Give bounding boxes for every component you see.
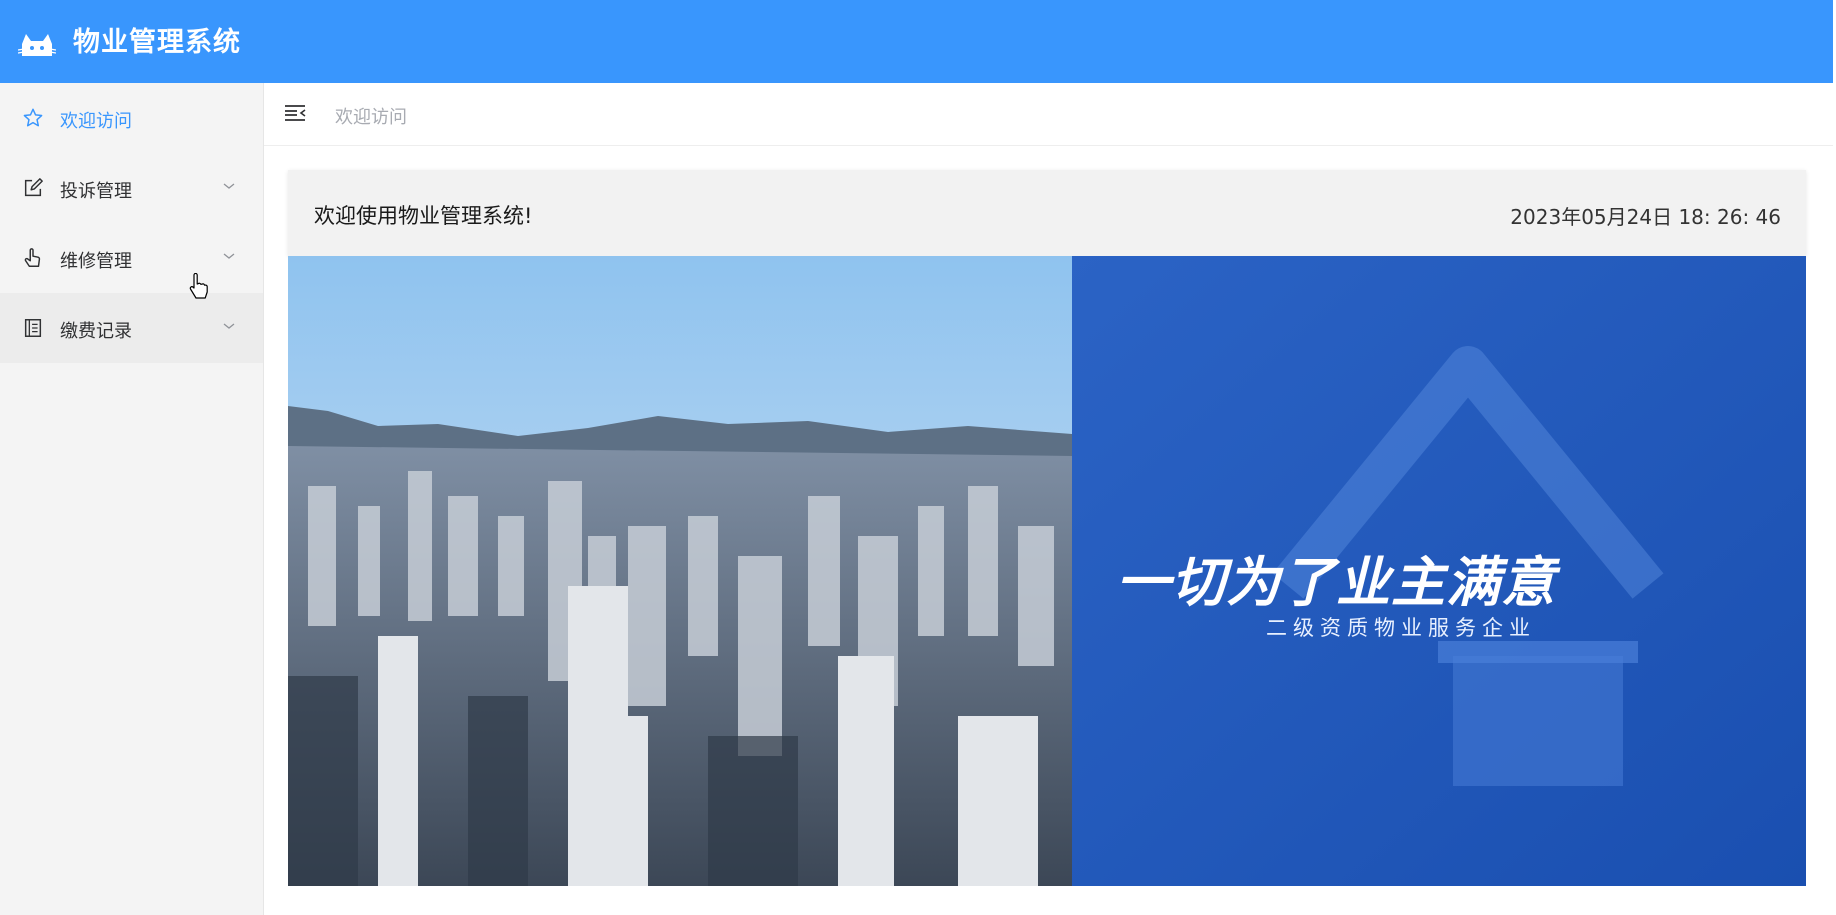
sidebar-item-label: 欢迎访问 xyxy=(60,111,132,132)
sidebar-item-label: 缴费记录 xyxy=(60,321,132,342)
sidebar-item-label: 维修管理 xyxy=(60,251,132,272)
topbar: 欢迎访问 xyxy=(264,83,1833,146)
datetime-display: 2023年05月24日 18: 26: 46 xyxy=(1510,205,1781,229)
banner-subtitle: 二级资质物业服务企业 xyxy=(1266,616,1536,640)
app-title: 物业管理系统 xyxy=(73,27,241,58)
app-header: 物业管理系统 xyxy=(0,0,1833,83)
sidebar-item-repairs[interactable]: 维修管理 xyxy=(0,223,263,293)
banner-image: 一切为了业主满意 二级资质物业服务企业 xyxy=(288,256,1806,886)
banner-slogan: 一切为了业主满意 xyxy=(1116,551,1556,614)
menu-fold-icon[interactable] xyxy=(284,103,306,123)
sidebar-item-complaints[interactable]: 投诉管理 xyxy=(0,153,263,223)
sidebar: 欢迎访问 投诉管理 维修管理 缴费记录 xyxy=(0,83,264,915)
mouse-pointer-icon xyxy=(189,273,208,299)
chevron-down-icon xyxy=(223,183,235,189)
sidebar-item-label: 投诉管理 xyxy=(60,181,132,202)
chevron-down-icon xyxy=(223,323,235,329)
star-icon xyxy=(23,108,43,127)
welcome-text: 欢迎使用物业管理系统! xyxy=(314,204,533,228)
chevron-down-icon xyxy=(223,253,235,259)
sidebar-item-payments[interactable]: 缴费记录 xyxy=(0,293,263,363)
main-content: 欢迎使用物业管理系统! 2023年05月24日 18: 26: 46 一切为了业… xyxy=(264,146,1833,915)
edit-icon xyxy=(24,178,43,197)
banner-graphic xyxy=(288,256,1806,886)
sidebar-item-welcome[interactable]: 欢迎访问 xyxy=(0,83,263,153)
welcome-card-header: 欢迎使用物业管理系统! 2023年05月24日 18: 26: 46 xyxy=(288,170,1806,256)
breadcrumb[interactable]: 欢迎访问 xyxy=(335,103,407,129)
hand-pointer-icon xyxy=(24,248,41,267)
document-icon xyxy=(24,319,42,337)
cat-logo-icon xyxy=(18,34,56,56)
